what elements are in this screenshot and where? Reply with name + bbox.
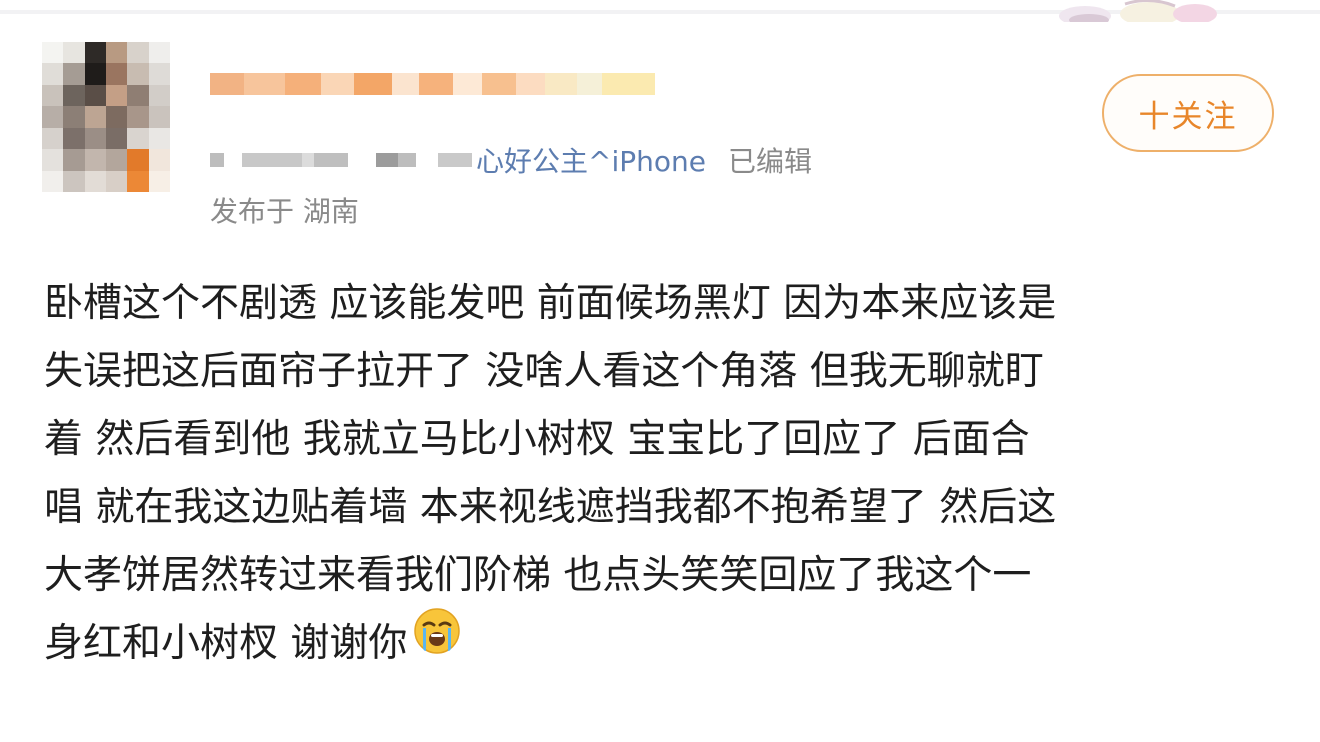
post-text-line: 卧槽这个不剧透 应该能发吧 前面候场黑灯 因为本来应该是 [44,281,1057,326]
post-text: 卧槽这个不剧透 应该能发吧 前面候场黑灯 因为本来应该是 失误把这后面帘子拉开了… [44,270,1294,678]
username-mosaic[interactable] [210,62,655,106]
post-meta: 心好公主^iPhone 已编辑 [210,140,812,180]
post-text-line: 唱 就在我这边贴着墙 本来视线遮挡我都不抱希望了 然后这 [44,485,1057,530]
avatar[interactable] [42,42,170,192]
timestamp-mosaic [210,147,472,173]
follow-button[interactable]: 十关注 [1102,74,1274,152]
weibo-post-card: 心好公主^iPhone 已编辑 发布于 湖南 十关注 卧槽这个不剧透 应该能发吧… [0,0,1320,742]
post-text-line-last: 身红和小树杈 谢谢你 [44,607,1294,678]
sticker-decoration [1055,0,1230,22]
post-source-link[interactable]: 心好公主^iPhone [476,140,706,180]
post-text-line: 大孝饼居然转过来看我们阶梯 也点头笑笑回应了我这个一 [44,553,1032,598]
edited-label[interactable]: 已编辑 [728,140,812,180]
loudly-crying-face-icon [413,607,461,677]
post-text-line: 身红和小树杈 谢谢你 [44,621,408,666]
post-text-line: 失误把这后面帘子拉开了 没啥人看这个角落 但我无聊就盯 [44,349,1044,394]
post-location: 发布于 湖南 [210,195,359,228]
post-text-line: 着 然后看到他 我就立马比小树杈 宝宝比了回应了 后面合 [44,417,1030,462]
